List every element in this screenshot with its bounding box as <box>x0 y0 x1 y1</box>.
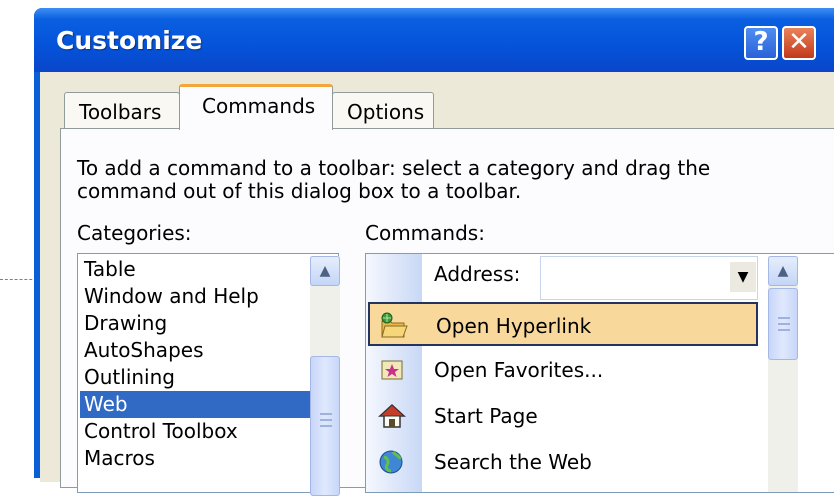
home-icon <box>378 403 406 428</box>
category-item-table[interactable]: Table <box>80 256 310 283</box>
tab-options-label: Options <box>347 100 425 124</box>
dialog-body: Toolbars Options Commands To add a comma… <box>40 72 834 496</box>
command-label: Start Page <box>434 404 538 428</box>
commands-label: Commands: <box>365 221 485 245</box>
command-label: Open Hyperlink <box>436 314 592 338</box>
categories-list[interactable]: Table Window and Help Drawing AutoShapes… <box>77 253 340 496</box>
category-item-outlining[interactable]: Outlining <box>80 364 310 391</box>
tab-commands[interactable]: Commands <box>179 84 333 130</box>
globe-search-icon <box>379 450 403 474</box>
commands-scroll-up-button[interactable]: ▲ <box>768 256 798 286</box>
commands-list[interactable]: Address: ▼ Open Hyperlink Open Favorites… <box>365 253 834 493</box>
commands-scroll-thumb[interactable] <box>768 288 798 360</box>
categories-label: Categories: <box>77 221 192 245</box>
customize-dialog: Customize ? ✕ Toolbars Options Commands … <box>34 8 834 496</box>
address-label: Address: <box>434 262 521 286</box>
categories-scrollbar[interactable]: ▲ <box>310 256 340 496</box>
category-item-control-toolbox[interactable]: Control Toolbox <box>80 418 310 445</box>
address-combobox[interactable] <box>540 256 758 300</box>
categories-scroll-thumb[interactable] <box>310 356 340 496</box>
tab-toolbars[interactable]: Toolbars <box>64 92 180 128</box>
command-label: Search the Web <box>434 450 592 474</box>
tab-toolbars-label: Toolbars <box>79 100 162 124</box>
category-item-autoshapes[interactable]: AutoShapes <box>80 337 310 364</box>
commands-scrollbar[interactable]: ▲ <box>768 256 798 492</box>
category-item-web[interactable]: Web <box>80 391 310 418</box>
command-item-start-page[interactable]: Start Page <box>368 394 758 438</box>
tab-options[interactable]: Options <box>332 92 434 128</box>
favorites-icon <box>381 360 403 380</box>
command-label: Open Favorites... <box>434 358 604 382</box>
title-bar[interactable]: Customize ? ✕ <box>34 8 834 72</box>
categories-scroll-up-button[interactable]: ▲ <box>310 256 340 286</box>
command-item-search-the-web[interactable]: Search the Web <box>368 440 758 484</box>
tab-commands-label: Commands <box>202 94 316 118</box>
close-button[interactable]: ✕ <box>782 26 816 60</box>
help-button[interactable]: ? <box>744 26 778 60</box>
address-dropdown-arrow[interactable]: ▼ <box>730 262 756 292</box>
command-item-open-hyperlink[interactable]: Open Hyperlink <box>368 302 758 346</box>
command-item-open-favorites[interactable]: Open Favorites... <box>368 348 758 392</box>
commands-panel: To add a command to a toolbar: select a … <box>60 128 834 496</box>
open-hyperlink-icon <box>381 312 408 338</box>
dialog-title: Customize <box>56 26 203 55</box>
instruction-text: To add a command to a toolbar: select a … <box>77 156 711 203</box>
category-item-macros[interactable]: Macros <box>80 445 310 472</box>
category-item-drawing[interactable]: Drawing <box>80 310 310 337</box>
category-item-window-and-help[interactable]: Window and Help <box>80 283 310 310</box>
